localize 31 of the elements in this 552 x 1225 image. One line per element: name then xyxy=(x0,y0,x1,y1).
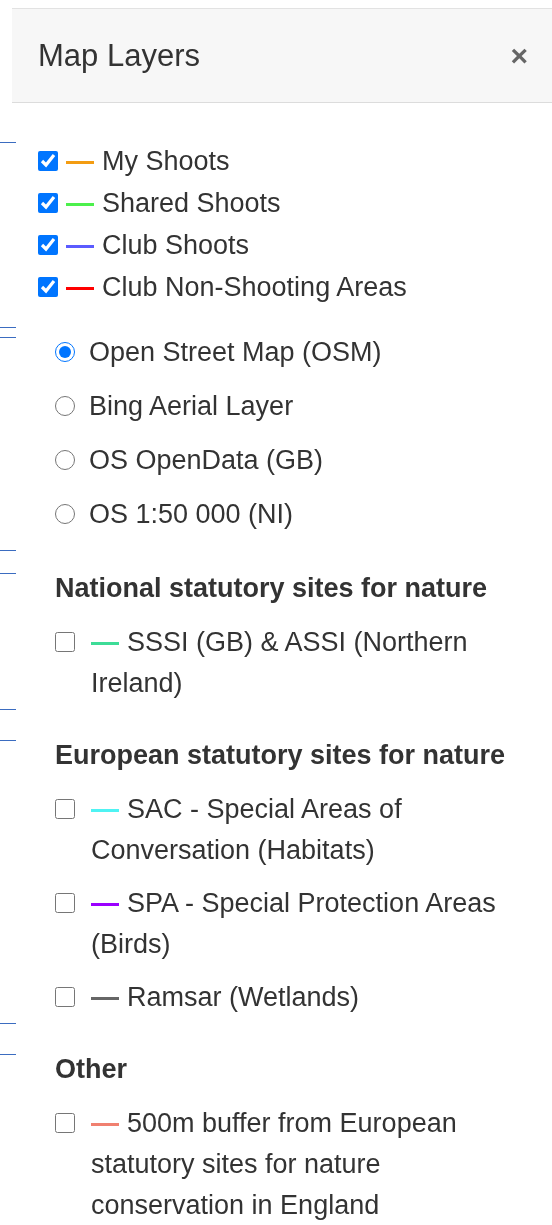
radio-button[interactable] xyxy=(55,504,75,524)
checkbox[interactable] xyxy=(55,1113,75,1133)
checkbox[interactable] xyxy=(38,235,58,255)
checkbox[interactable] xyxy=(38,193,58,213)
layer-label: SPA - Special Protection Areas (Birds) xyxy=(91,888,496,959)
radio-button[interactable] xyxy=(55,450,75,470)
section-heading: National statutory sites for nature xyxy=(55,573,489,603)
basemap-label: OS 1:50 000 (NI) xyxy=(89,498,294,530)
checkbox[interactable] xyxy=(38,277,58,297)
basemap-label: OS OpenData (GB) xyxy=(89,444,324,476)
layer-label: My Shoots xyxy=(102,146,230,176)
radio-button[interactable] xyxy=(55,396,75,416)
section-heading: Other xyxy=(55,1054,128,1084)
radio-button[interactable] xyxy=(55,342,75,362)
section-heading: European statutory sites for nature xyxy=(55,740,507,770)
checkbox[interactable] xyxy=(55,893,75,913)
panel-title: Map Layers xyxy=(38,37,200,74)
checkbox[interactable] xyxy=(38,151,58,171)
basemap-label: Open Street Map (OSM) xyxy=(89,336,382,368)
checkbox[interactable] xyxy=(55,799,75,819)
close-button[interactable]: × xyxy=(506,40,532,71)
checkbox[interactable] xyxy=(55,987,75,1007)
layer-label: Club Non-Shooting Areas xyxy=(102,272,407,302)
layer-label: Club Shoots xyxy=(102,230,250,260)
checkbox[interactable] xyxy=(55,632,75,652)
layer-label: SAC - Special Areas of Conversation (Habitats) xyxy=(91,794,402,865)
layer-label: SSSI (GB) & ASSI (Northern Ireland) xyxy=(91,627,468,698)
layer-label: Ramsar (Wetlands) xyxy=(127,982,360,1012)
layer-label: 500m buffer from European statutory sites for nature conservation in England xyxy=(91,1108,457,1220)
layer-label: Shared Shoots xyxy=(102,188,281,218)
basemap-label: Bing Aerial Layer xyxy=(89,390,294,422)
